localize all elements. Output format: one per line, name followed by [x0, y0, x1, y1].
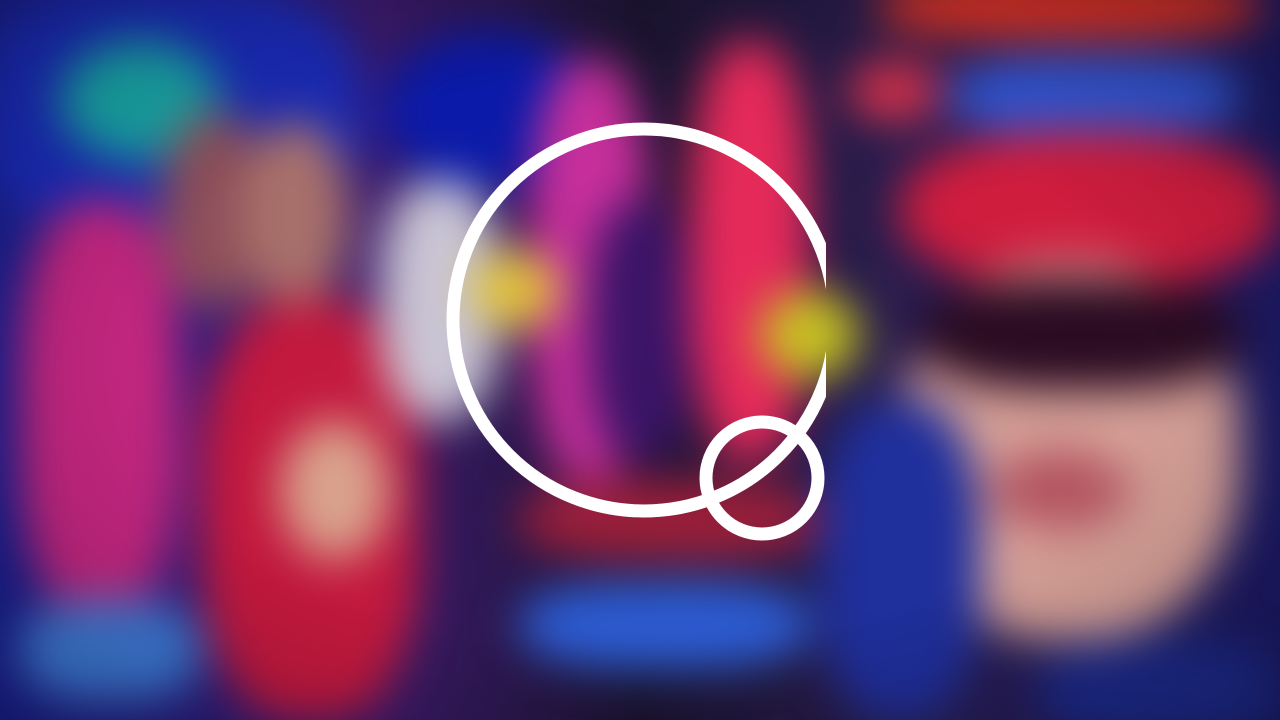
blurred-video-thumbnail[interactable]: [0, 0, 1280, 720]
magnifier-logo-icon: [446, 122, 826, 541]
